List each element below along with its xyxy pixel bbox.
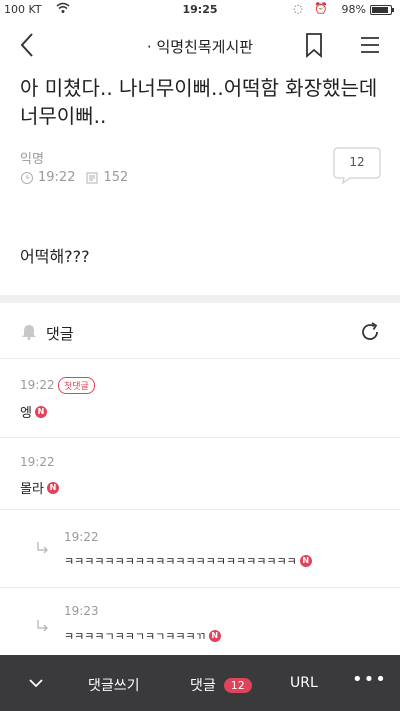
comments-header: 댓글 bbox=[0, 303, 400, 359]
post-title: 아 미쳤다.. 나너무이뻐..어떡함 화장했는데 너무이뻐.. bbox=[20, 76, 378, 128]
battery-percent: 98% bbox=[341, 3, 366, 16]
board-title: · 익명친목게시판 bbox=[146, 38, 254, 56]
comment-time: 19:22 bbox=[64, 530, 99, 544]
comment-text-row: ㅋㅋㅋㅋㄱㅋㅋㄱㅋㄱㅋㅋㅋㄲ N bbox=[64, 628, 221, 644]
reply-arrow-icon bbox=[36, 618, 50, 632]
clock-icon bbox=[20, 171, 34, 185]
new-badge: N bbox=[208, 630, 221, 642]
comment-item[interactable]: 19:22 몰라 N bbox=[0, 438, 400, 510]
comment-text-row: 몰라 N bbox=[20, 478, 59, 497]
comment-text: ㅋㅋㅋㅋㄱㅋㅋㄱㅋㄱㅋㅋㅋㄲ bbox=[64, 630, 206, 643]
more-button[interactable]: ••• bbox=[352, 669, 387, 690]
comments-tab[interactable]: 댓글 12 bbox=[190, 675, 252, 695]
views-icon bbox=[85, 171, 99, 185]
post-time: 19:22 bbox=[38, 170, 76, 185]
status-time: 19:25 bbox=[182, 3, 218, 16]
refresh-button[interactable] bbox=[358, 320, 382, 344]
comment-text: 엥 bbox=[20, 406, 32, 421]
menu-button[interactable] bbox=[358, 33, 382, 57]
battery-icon bbox=[370, 5, 394, 15]
bell-icon[interactable] bbox=[20, 323, 38, 341]
comments-label: 댓글 bbox=[46, 325, 74, 343]
comment-text: 몰라 bbox=[20, 482, 44, 497]
status-bar: 100 KT 19:25 ◌ ⏰ 98% bbox=[0, 0, 400, 20]
new-badge: N bbox=[34, 405, 47, 418]
comment-item[interactable]: 19:22 첫댓글 엥 N bbox=[0, 360, 400, 438]
bookmark-button[interactable] bbox=[302, 32, 326, 58]
comment-text: ㅋㅋㅋㅋㅋㅋㅋㅋㅋㅋㅋㅋㅋㅋㅋㅋㅋㅋㅋㅋㅋㅋㅋ bbox=[64, 555, 297, 568]
comments-count-badge: 12 bbox=[223, 677, 252, 693]
bookmark-icon bbox=[306, 33, 322, 58]
comment-count-bubble[interactable]: 12 bbox=[332, 145, 382, 185]
chevron-down-icon bbox=[29, 679, 43, 688]
first-comment-badge: 첫댓글 bbox=[58, 377, 95, 394]
url-button[interactable]: URL bbox=[290, 675, 318, 691]
comment-text-row: ㅋㅋㅋㅋㅋㅋㅋㅋㅋㅋㅋㅋㅋㅋㅋㅋㅋㅋㅋㅋㅋㅋㅋ N bbox=[64, 553, 312, 569]
rotation-lock-icon: ◌ bbox=[293, 2, 307, 15]
comments-tab-label: 댓글 bbox=[190, 678, 216, 694]
refresh-icon bbox=[362, 322, 378, 340]
comment-time: 19:22 bbox=[20, 455, 55, 469]
reply-item[interactable]: 19:23 ㅋㅋㅋㅋㄱㅋㅋㄱㅋㄱㅋㅋㅋㄲ N bbox=[0, 588, 400, 655]
post-meta: 19:22 152 bbox=[20, 170, 128, 185]
comment-count: 12 bbox=[349, 155, 365, 169]
post-views: 152 bbox=[103, 170, 129, 185]
nav-bar: · 익명친목게시판 bbox=[0, 20, 400, 70]
reply-arrow-icon bbox=[36, 540, 50, 554]
write-comment-button[interactable]: 댓글쓰기 bbox=[88, 675, 140, 695]
reply-item[interactable]: 19:22 ㅋㅋㅋㅋㅋㅋㅋㅋㅋㅋㅋㅋㅋㅋㅋㅋㅋㅋㅋㅋㅋㅋㅋ N bbox=[0, 510, 400, 588]
new-badge: N bbox=[46, 481, 59, 494]
collapse-button[interactable] bbox=[26, 675, 46, 691]
section-divider bbox=[0, 295, 400, 303]
post-body: 어떡해??? bbox=[20, 247, 90, 266]
post-author: 익명 bbox=[20, 152, 44, 167]
hamburger-icon bbox=[361, 37, 379, 53]
new-badge: N bbox=[299, 555, 312, 567]
comment-text-row: 엥 N bbox=[20, 402, 47, 421]
comment-time: 19:23 bbox=[64, 604, 99, 618]
bottom-toolbar: 댓글쓰기 댓글 12 URL ••• bbox=[0, 655, 400, 711]
comment-time: 19:22 bbox=[20, 378, 55, 392]
status-icons: ◌ ⏰ bbox=[293, 2, 332, 15]
alarm-icon: ⏰ bbox=[314, 2, 332, 15]
